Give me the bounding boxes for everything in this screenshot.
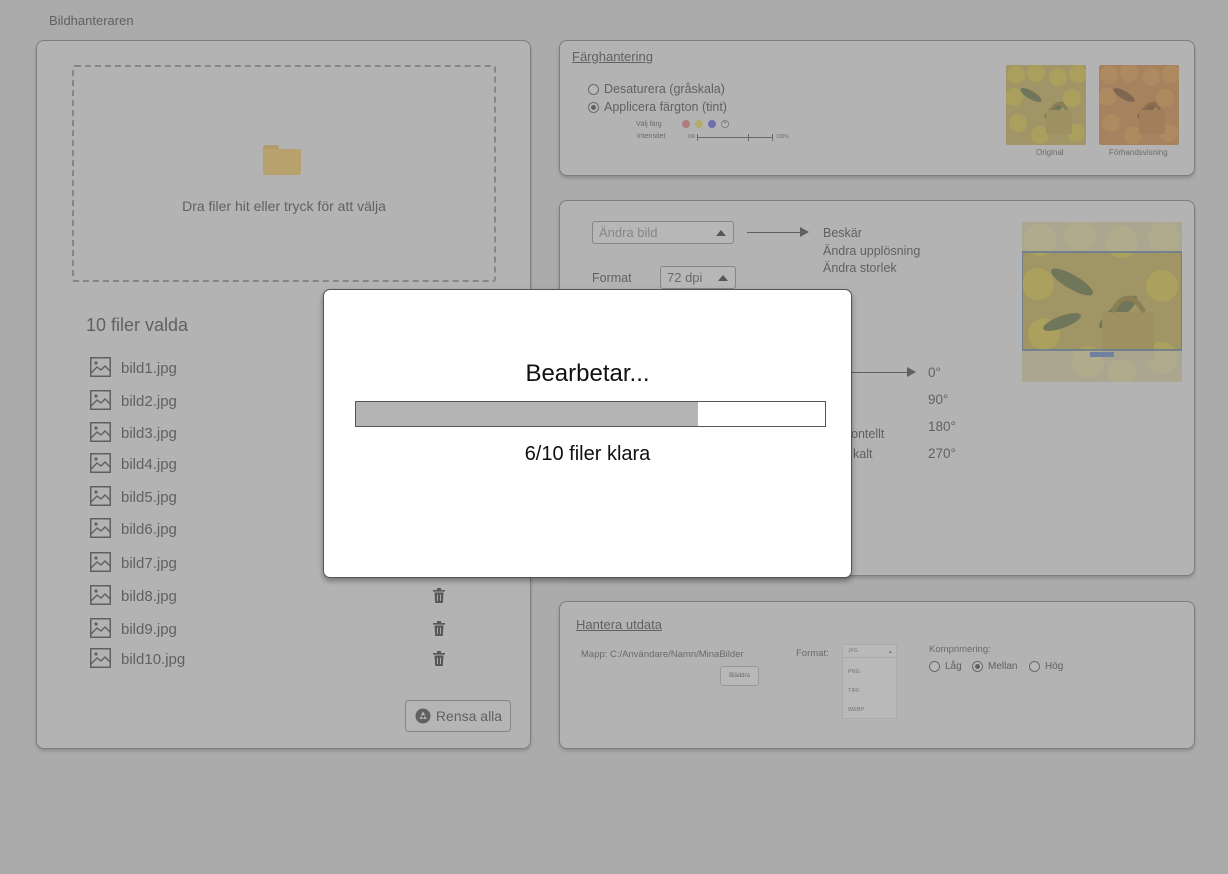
progress-bar-fill bbox=[356, 402, 699, 426]
processing-title: Bearbetar... bbox=[525, 360, 650, 387]
processing-dialog: Bearbetar... 6/10 filer klara bbox=[323, 289, 852, 578]
progress-bar bbox=[355, 401, 826, 427]
processing-status: 6/10 filer klara bbox=[524, 443, 651, 465]
